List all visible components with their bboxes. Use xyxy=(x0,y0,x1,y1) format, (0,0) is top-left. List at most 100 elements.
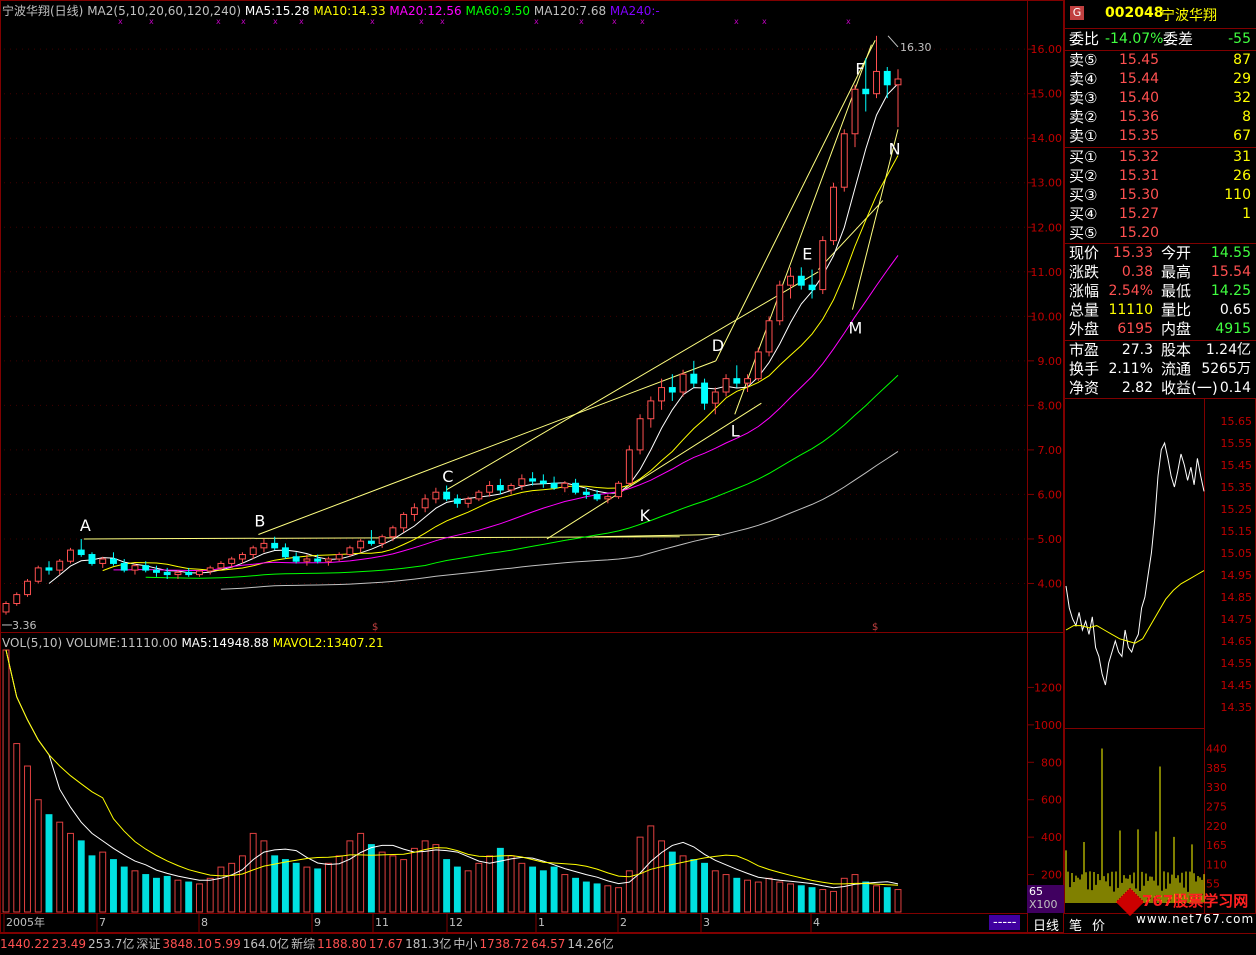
volume-bar xyxy=(67,832,74,913)
status-item-4: 3848.10 xyxy=(162,937,212,951)
volume-bar xyxy=(228,862,236,913)
candle-body xyxy=(733,378,741,384)
sell-price: 15.40 xyxy=(1119,90,1160,106)
dividend-marker: $ xyxy=(872,622,878,633)
sell-volume: 29 xyxy=(1233,71,1251,87)
candle-body xyxy=(711,391,719,404)
candle-body xyxy=(357,540,365,549)
volume-bar xyxy=(507,855,515,913)
tab-daily[interactable]: 日线 xyxy=(1033,915,1059,934)
stat-label: 现价 xyxy=(1069,244,1100,262)
volume-bar xyxy=(45,814,53,913)
weicha-label: 委差 xyxy=(1163,30,1194,48)
buy-price: 15.32 xyxy=(1119,149,1160,165)
candle-body xyxy=(453,498,461,504)
candle-body xyxy=(496,485,504,491)
date-tick-label: 7 xyxy=(99,916,106,929)
date-tick-label: 12 xyxy=(449,916,463,929)
stat-label: 总量 xyxy=(1069,301,1100,319)
volume-bar xyxy=(518,862,526,913)
chart-header: 宁波华翔(日线) MA2(5,10,20,60,120,240) MA5:15.… xyxy=(2,2,660,19)
candle-body xyxy=(668,387,676,393)
sell-volume: 8 xyxy=(1242,109,1251,125)
status-item-13: 64.57 xyxy=(531,937,566,951)
tab-tick[interactable]: 笔 xyxy=(1069,915,1082,934)
volume-bar xyxy=(787,883,794,913)
sell-row: 卖④ 15.44 29 xyxy=(1065,70,1256,89)
candle-body xyxy=(582,491,590,495)
volume-bar xyxy=(400,859,408,913)
buy-price: 15.27 xyxy=(1119,206,1160,222)
volume-bar xyxy=(615,887,623,913)
stat-label: 涨跌 xyxy=(1069,263,1100,281)
buy-level-label: 买② xyxy=(1069,167,1098,185)
buy-row: 买① 15.32 31 xyxy=(1065,148,1256,167)
volume-bar xyxy=(464,870,472,913)
price-tick-label: 16.00 xyxy=(1031,43,1063,56)
status-item-2: 253.7亿 xyxy=(87,937,135,951)
candle-body xyxy=(819,240,827,291)
vol-mavol2: MAVOL2:13407.21 xyxy=(272,636,384,650)
main-chart[interactable]: 16.0015.0014.0013.0012.0011.0010.009.008… xyxy=(0,0,1064,933)
candle-body xyxy=(292,556,300,562)
intraday-volume-label: 55 xyxy=(1206,878,1220,891)
price-tick-label: 4.00 xyxy=(1038,577,1063,590)
stat-row: 涨幅 2.54% 最低 14.25 xyxy=(1065,282,1256,301)
volume-bar xyxy=(163,875,171,913)
sell-row: 卖② 15.36 8 xyxy=(1065,108,1256,127)
annotation-K: K xyxy=(640,506,651,525)
price-tick-label: 5.00 xyxy=(1038,533,1063,546)
volume-bar xyxy=(389,855,397,913)
status-item-10: 181.3亿 xyxy=(405,937,452,951)
candle-body xyxy=(153,569,160,573)
buy-row: 买④ 15.27 1 xyxy=(1065,205,1256,224)
stock-name: 宁波华翔 xyxy=(1161,8,1217,24)
volume-tick-label: 800 xyxy=(1041,756,1062,769)
fund-value: 2.82 xyxy=(1121,380,1153,396)
date-tick-label: 2 xyxy=(620,916,627,929)
sell-price: 15.36 xyxy=(1119,109,1160,125)
sell-row: 卖① 15.35 67 xyxy=(1065,127,1256,146)
buy-row: 买⑤ 15.20 xyxy=(1065,224,1256,243)
candle-body xyxy=(561,482,569,489)
candle-body xyxy=(529,478,537,482)
volume-bar xyxy=(582,881,590,913)
intraday-chart[interactable]: 15.65 15.55 15.45 15.35 15.25 15.15 15.05 14.95… xyxy=(1064,398,1256,914)
date-tick-label: 2005年 xyxy=(6,915,45,929)
volume-bar xyxy=(883,887,891,913)
candle-body xyxy=(830,186,837,242)
fund-label: 净资 xyxy=(1069,379,1100,397)
volume-bar xyxy=(2,649,10,913)
fund-value: 0.14 xyxy=(1219,380,1251,396)
volume-bar xyxy=(690,859,698,913)
stat-row: 总量 11110 量比 0.65 xyxy=(1065,301,1256,320)
stat-label: 最低 xyxy=(1161,282,1192,300)
intraday-volume-label: 330 xyxy=(1206,781,1227,794)
stat-value: 0.38 xyxy=(1121,264,1153,280)
volume-bar xyxy=(378,851,386,913)
volume-bar xyxy=(77,840,85,913)
intraday-volume-label: 275 xyxy=(1206,800,1227,813)
g-icon[interactable]: G xyxy=(1070,6,1084,20)
stat-value: 2.54% xyxy=(1108,283,1153,299)
low-price-label: 3.36 xyxy=(12,619,37,632)
candle-body xyxy=(389,527,397,538)
candle-body xyxy=(206,567,214,572)
ma-value-5: MA240:- xyxy=(609,4,660,18)
candle-body xyxy=(142,565,150,571)
quote-panel: G 002048 宁波华翔 委比 -14.07% 委差 -55 卖⑤ 15.45 8… xyxy=(1064,0,1256,398)
date-tick-label: 1 xyxy=(538,916,545,929)
fund-value: 2.11% xyxy=(1108,361,1153,377)
stat-value: 11110 xyxy=(1108,302,1153,318)
volume-bar xyxy=(206,877,214,913)
candle-body xyxy=(539,480,547,484)
tab-dash[interactable]: ----- xyxy=(989,915,1021,930)
stat-label: 量比 xyxy=(1161,301,1192,319)
volume-bar xyxy=(324,862,332,913)
index-status-bar: 1440.22 23.49 253.7亿 深证 3848.10 5.99 164.0亿 新综 1… xyxy=(0,933,1256,955)
volume-bar xyxy=(851,874,859,913)
tab-price[interactable]: 价 xyxy=(1092,915,1105,934)
volume-bar xyxy=(862,881,870,913)
price-tick-label: 13.00 xyxy=(1031,177,1063,190)
candle-body xyxy=(410,507,418,515)
